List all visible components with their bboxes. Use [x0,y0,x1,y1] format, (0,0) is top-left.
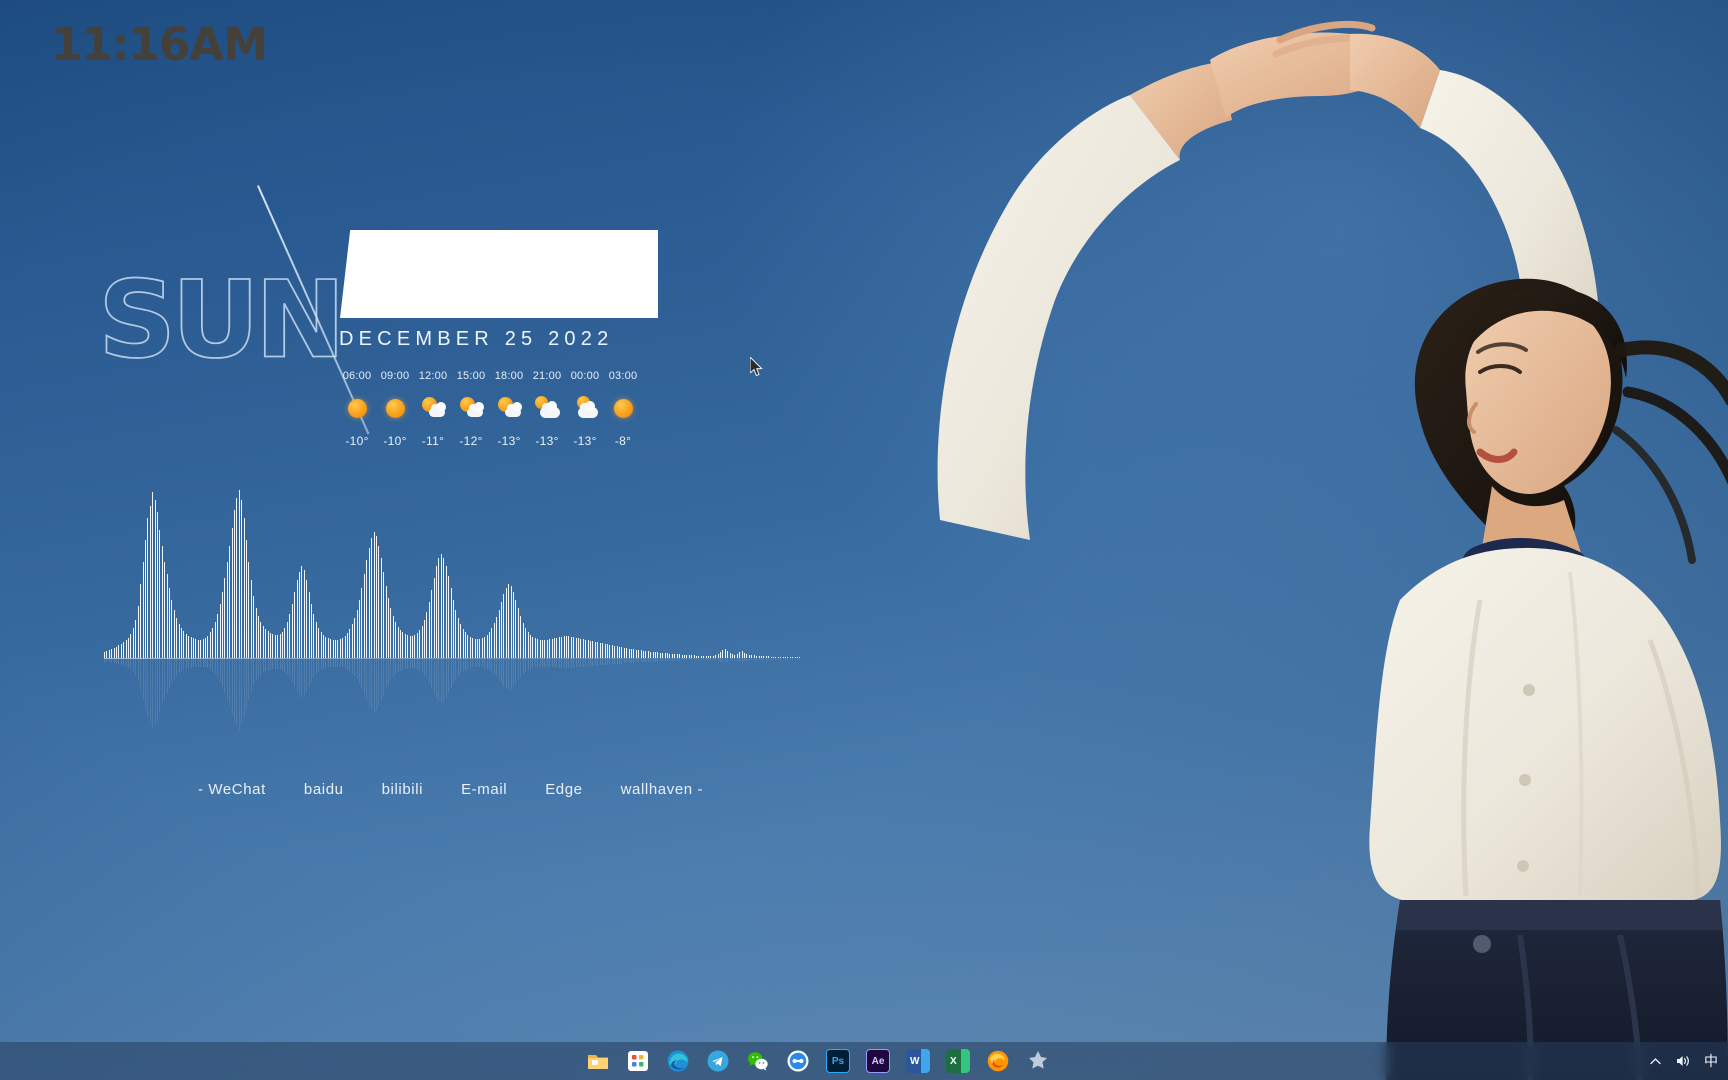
sun-icon [383,396,407,420]
forecast-time: 21:00 [532,370,562,382]
clock-time: 11:16AM [51,17,268,71]
word-label: W [910,1055,920,1067]
forecast-temp: -13° [535,434,559,448]
spectrum-bars [104,470,804,658]
time-plate [340,230,658,318]
shortcut-edge[interactable]: Edge [545,781,582,798]
forecast-time: 15:00 [456,370,486,382]
shortcut-bilibili[interactable]: bilibili [382,781,423,798]
taskbar-app-icons: Ps Ae W X [586,1042,1050,1080]
cloud-sun-icon [573,396,598,420]
woman-figure-illustration [937,20,1728,1080]
file-explorer-icon[interactable] [586,1049,610,1073]
wechat-icon[interactable] [746,1049,770,1073]
edge-browser-icon[interactable] [666,1049,690,1073]
after-effects-icon[interactable]: Ae [866,1049,890,1073]
taskbar: Ps Ae W X 中 [0,1042,1728,1080]
mouse-cursor [749,355,764,378]
forecast-column: 12:00 -11° [414,370,452,448]
desktop-shortcut-links: - WeChat baidu bilibili E-mail Edge wall… [198,781,703,798]
shortcut-wallhaven[interactable]: wallhaven - [621,781,703,798]
sun-icon [345,396,369,420]
forecast-temp: -10° [345,434,369,448]
audio-spectrum-visualizer [104,470,804,740]
shortcut-wechat[interactable]: - WeChat [198,781,266,798]
forecast-column: 03:00 -8° [604,370,642,448]
day-of-week-label: SUN [97,258,347,382]
forecast-time: 06:00 [342,370,372,382]
forecast-time: 09:00 [380,370,410,382]
app-grid-icon[interactable] [626,1049,650,1073]
forecast-time: 00:00 [570,370,600,382]
forecast-temp: -11° [421,434,445,448]
qq-browser-icon[interactable] [786,1049,810,1073]
forecast-temp: -13° [573,434,597,448]
excel-label: X [950,1055,957,1067]
forecast-column: 15:00 -12° [452,370,490,448]
sun-cloud-icon [497,396,522,420]
forecast-temp: -13° [497,434,521,448]
weather-forecast-row: 06:00 -10° 09:00 -10° 12:00 -11° 15:00 -… [338,370,642,448]
chevron-up-icon[interactable] [1649,1055,1662,1068]
after-effects-label: Ae [871,1055,885,1067]
forecast-column: 21:00 -13° [528,370,566,448]
photoshop-label: Ps [831,1055,845,1067]
sun-cloud-icon [459,396,484,420]
shortcut-baidu[interactable]: baidu [304,781,344,798]
sun-icon [611,396,635,420]
forecast-temp: -8° [614,434,632,448]
forecast-temp: -12° [459,434,483,448]
spectrum-reflection [104,659,804,739]
forecast-time: 03:00 [608,370,638,382]
firefox-icon[interactable] [986,1049,1010,1073]
cloud-sun-icon [535,396,560,420]
photoshop-icon[interactable]: Ps [826,1049,850,1073]
wallpaper-subject [880,0,1728,1080]
forecast-time: 18:00 [494,370,524,382]
forecast-temp: -10° [383,434,407,448]
telegram-icon[interactable] [706,1049,730,1073]
sun-cloud-icon [421,396,446,420]
utility-icon[interactable] [1026,1049,1050,1073]
forecast-column: 09:00 -10° [376,370,414,448]
clock-weather-widget: SUN 11:16AM DECEMBER 25 2022 06:00 -10° … [0,0,760,520]
word-icon[interactable]: W [906,1049,930,1073]
ime-chinese-icon[interactable]: 中 [1704,1051,1718,1071]
shortcut-email[interactable]: E-mail [461,781,507,798]
forecast-column: 18:00 -13° [490,370,528,448]
system-tray: 中 [1649,1042,1718,1080]
volume-icon[interactable] [1675,1054,1691,1068]
forecast-column: 00:00 -13° [566,370,604,448]
forecast-time: 12:00 [418,370,448,382]
excel-icon[interactable]: X [946,1049,970,1073]
forecast-column: 06:00 -10° [338,370,376,448]
clock-date: DECEMBER 25 2022 [339,328,614,350]
